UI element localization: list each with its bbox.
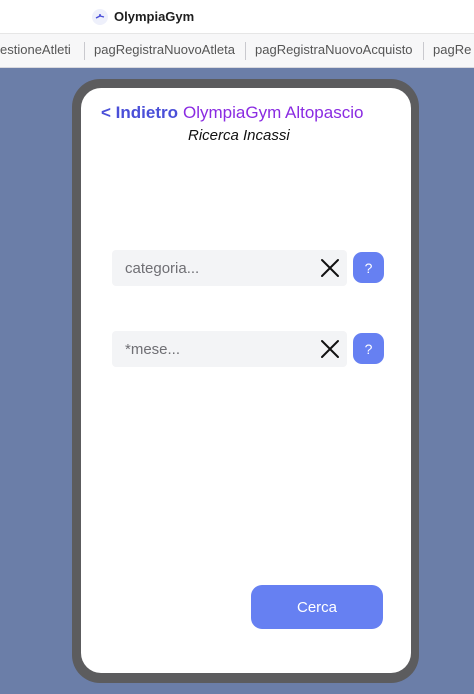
month-help-button[interactable]: ? bbox=[353, 333, 384, 364]
tab-registra-nuovo-acquisto[interactable]: pagRegistraNuovoAcquisto bbox=[245, 34, 423, 67]
month-field bbox=[112, 331, 347, 367]
category-help-button[interactable]: ? bbox=[353, 252, 384, 283]
search-button[interactable]: Cerca bbox=[251, 585, 383, 629]
app-logo-icon bbox=[92, 9, 108, 25]
back-link[interactable]: < Indietro bbox=[101, 103, 178, 123]
page-subtitle: Ricerca Incassi bbox=[188, 127, 290, 144]
category-input[interactable] bbox=[112, 250, 312, 286]
app-title: OlympiaGym bbox=[114, 9, 195, 24]
tab-registra-nuovo-atleta[interactable]: pagRegistraNuovoAtleta bbox=[84, 34, 245, 67]
tab-registra-overflow[interactable]: pagRe bbox=[423, 34, 474, 67]
app-header: OlympiaGym bbox=[0, 0, 474, 34]
tab-bar: estioneAtleti pagRegistraNuovoAtleta pag… bbox=[0, 34, 474, 68]
tab-gestione-atleti[interactable]: estioneAtleti bbox=[0, 34, 81, 67]
category-field bbox=[112, 250, 347, 286]
month-input[interactable] bbox=[112, 331, 312, 367]
close-icon[interactable] bbox=[319, 257, 341, 279]
gym-name: OlympiaGym Altopascio bbox=[183, 103, 364, 122]
close-icon[interactable] bbox=[319, 338, 341, 360]
